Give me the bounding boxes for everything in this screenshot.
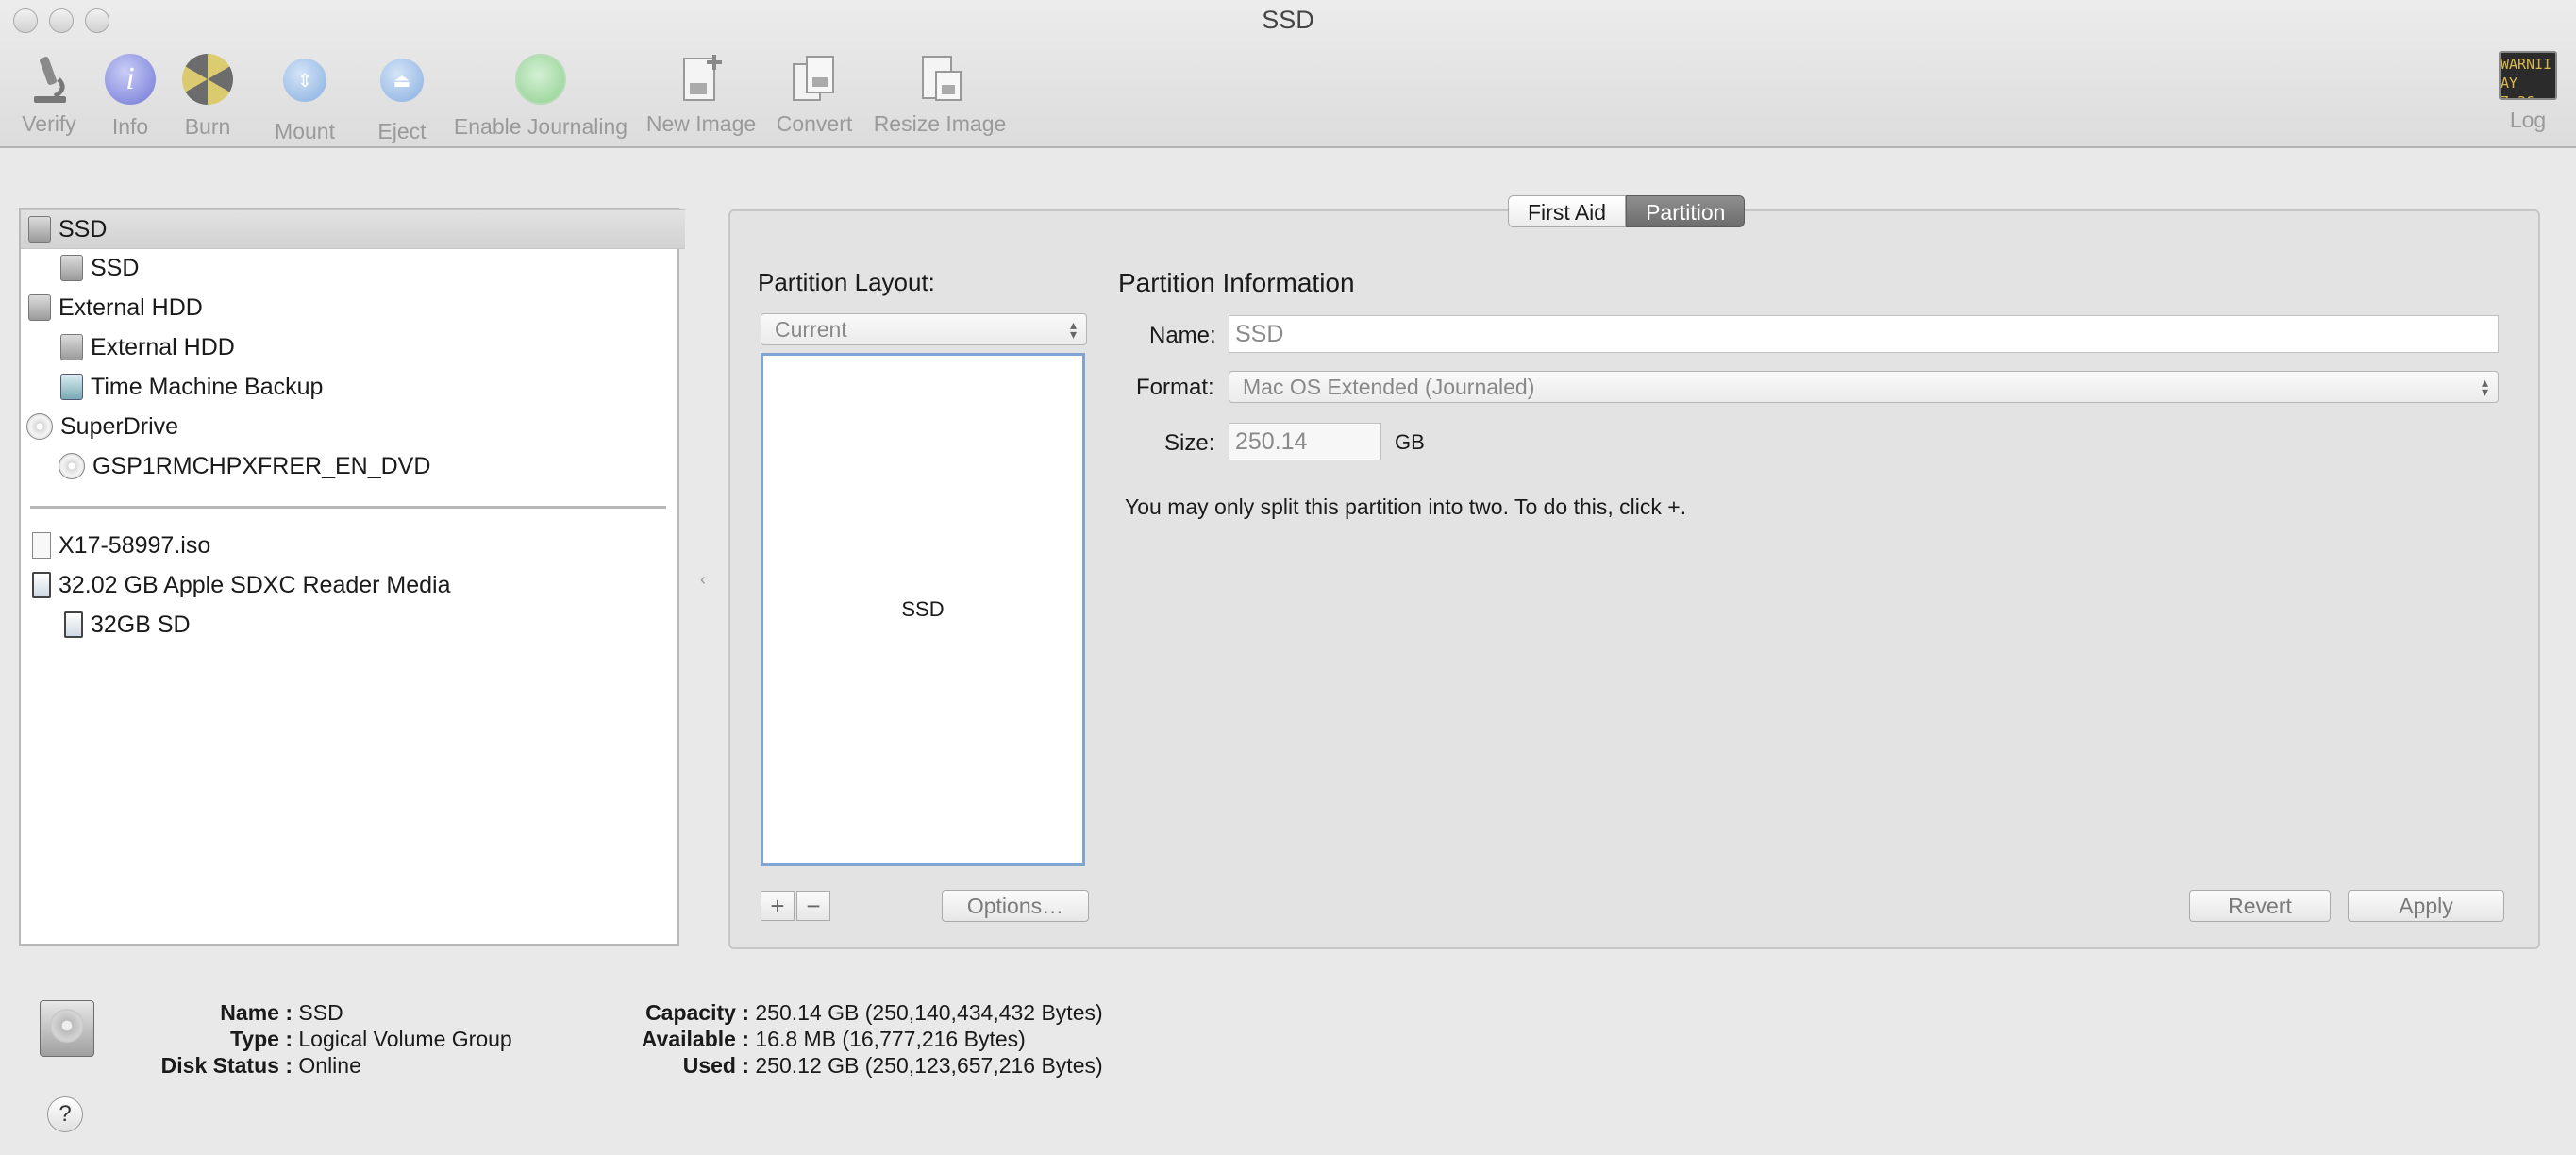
sidebar-item-label: SuperDrive (60, 412, 179, 440)
detail-status-value: Online (298, 1053, 361, 1078)
sidebar-item-label: External HDD (59, 293, 203, 321)
partition-message: You may only split this partition into t… (1125, 494, 1687, 519)
format-value: Mac OS Extended (Journaled) (1243, 374, 1535, 399)
sidebar-item-external-hdd-volume[interactable]: External HDD (21, 328, 717, 366)
sidebar-item-external-hdd[interactable]: External HDD (21, 289, 685, 326)
log-icon-line-2: AY 7:36 (2501, 75, 2534, 98)
popup-arrows-icon: ▴ ▾ (1069, 317, 1077, 342)
sidebar-item-superdrive[interactable]: SuperDrive (21, 408, 683, 445)
convert-icon (786, 51, 843, 108)
sidebar-item-ssd[interactable]: SSD (21, 209, 685, 249)
sidebar-item-ssd-volume[interactable]: SSD (21, 249, 717, 287)
partition-information-title: Partition Information (1118, 268, 1355, 297)
sidebar-item-label: 32GB SD (91, 611, 191, 638)
enable-journaling-button[interactable]: Enable Journaling (449, 51, 632, 140)
selected-disk-icon (40, 1000, 94, 1057)
resize-image-button[interactable]: Resize Image (872, 51, 1008, 137)
new-image-button[interactable]: New Image (644, 51, 759, 137)
name-label: Name: (1149, 323, 1216, 348)
console-log-icon: WARNII AY 7:36 (2499, 51, 2557, 100)
detail-used-key: Used : (682, 1053, 749, 1078)
disk-icon (28, 294, 51, 321)
detail-capacity-value: 250.14 GB (250,140,434,432 Bytes) (755, 1000, 1103, 1025)
apply-button[interactable]: Apply (2348, 890, 2504, 922)
sidebar-item-label: Time Machine Backup (91, 373, 324, 400)
partition-block-label: SSD (901, 597, 945, 621)
disk-icon (60, 255, 83, 281)
detail-name-value: SSD (298, 1000, 343, 1025)
disk-icon (28, 216, 51, 243)
size-unit: GB (1395, 430, 1425, 454)
new-image-icon (673, 51, 729, 108)
dvd-icon (59, 453, 85, 479)
help-button[interactable]: ? (47, 1096, 83, 1132)
disk-details-right: Capacity : 250.14 GB (250,140,434,432 By… (604, 999, 1103, 1079)
partition-layout-map[interactable]: SSD (761, 353, 1085, 866)
sidebar-item-label: SSD (91, 254, 140, 281)
sidebar-item-label: External HDD (91, 333, 235, 360)
format-label: Format: (1136, 375, 1214, 400)
sidebar-item-sdxc-reader[interactable]: 32.02 GB Apple SDXC Reader Media (21, 566, 689, 604)
disk-list-sidebar[interactable]: SSD SSD External HDD External HDD Time M… (19, 208, 685, 946)
sidebar-divider (30, 506, 666, 509)
sidebar-item-time-machine-backup[interactable]: Time Machine Backup (21, 368, 717, 406)
info-button[interactable]: i Info (102, 51, 159, 140)
log-button[interactable]: WARNII AY 7:36 Log (2495, 51, 2561, 133)
detail-capacity-key: Capacity : (645, 1000, 749, 1025)
sidebar-item-32gb-sd[interactable]: 32GB SD (21, 606, 721, 644)
toolbar: SSD Verify i Info Burn ⇕ Mount ⏏ Eject E… (0, 0, 2576, 148)
journaling-icon (512, 54, 569, 110)
size-field[interactable]: 250.14 (1229, 423, 1381, 460)
verify-button[interactable]: Verify (17, 51, 81, 137)
mount-button[interactable]: ⇕ Mount (272, 51, 338, 144)
eject-icon: ⏏ (374, 59, 430, 115)
detail-status-key: Disk Status : (160, 1053, 293, 1078)
tab-first-aid[interactable]: First Aid (1508, 195, 1627, 227)
log-icon-line-1: WARNII (2501, 56, 2552, 73)
sidebar-item-iso-file[interactable]: X17-58997.iso (21, 527, 689, 564)
sidebar-item-label: 32.02 GB Apple SDXC Reader Media (59, 571, 451, 598)
info-icon: i (102, 54, 159, 110)
partition-layout-label: Partition Layout: (758, 268, 935, 296)
detail-type-key: Type : (229, 1027, 293, 1051)
tab-partition[interactable]: Partition (1626, 195, 1746, 227)
partition-layout-popup[interactable]: Current ▴ ▾ (761, 313, 1087, 345)
resize-image-icon (912, 51, 968, 108)
add-partition-button[interactable]: + (761, 891, 795, 921)
microscope-icon (21, 51, 77, 108)
detail-name-key: Name : (220, 1000, 293, 1025)
split-view-handle[interactable]: ‹ (700, 570, 708, 589)
sd-card-icon (64, 611, 83, 638)
disk-icon (60, 334, 83, 360)
sidebar-item-dvd[interactable]: GSP1RMCHPXFRER_EN_DVD (21, 447, 715, 485)
time-machine-icon (60, 374, 83, 400)
detail-available-value: 16.8 MB (16,777,216 Bytes) (755, 1027, 1026, 1051)
name-field[interactable]: SSD (1229, 315, 2499, 353)
popup-arrows-icon: ▴ ▾ (2481, 375, 2488, 399)
burn-button[interactable]: Burn (179, 51, 236, 140)
disk-details-left: Name : SSD Type : Logical Volume Group D… (142, 999, 512, 1079)
sidebar-item-label: SSD (59, 215, 108, 243)
file-icon (32, 532, 51, 559)
burn-icon (179, 54, 236, 110)
size-label: Size: (1164, 430, 1215, 456)
window-title: SSD (1262, 6, 1314, 34)
optical-drive-icon (26, 413, 53, 440)
eject-button[interactable]: ⏏ Eject (372, 51, 432, 144)
sidebar-item-label: GSP1RMCHPXFRER_EN_DVD (92, 452, 431, 479)
sidebar-item-label: X17-58997.iso (59, 531, 211, 559)
tab-switcher: First Aid Partition (1508, 195, 1746, 227)
sd-card-icon (32, 572, 51, 598)
revert-button[interactable]: Revert (2189, 890, 2331, 922)
format-popup[interactable]: Mac OS Extended (Journaled) ▴ ▾ (1229, 371, 2499, 403)
mount-icon: ⇕ (276, 59, 333, 115)
detail-type-value: Logical Volume Group (298, 1027, 512, 1051)
detail-available-key: Available : (641, 1027, 749, 1051)
remove-partition-button[interactable]: − (796, 891, 830, 921)
options-button[interactable]: Options… (942, 890, 1089, 922)
partition-layout-value: Current (775, 316, 847, 342)
detail-used-value: 250.12 GB (250,123,657,216 Bytes) (755, 1053, 1103, 1078)
convert-button[interactable]: Convert (772, 51, 857, 137)
